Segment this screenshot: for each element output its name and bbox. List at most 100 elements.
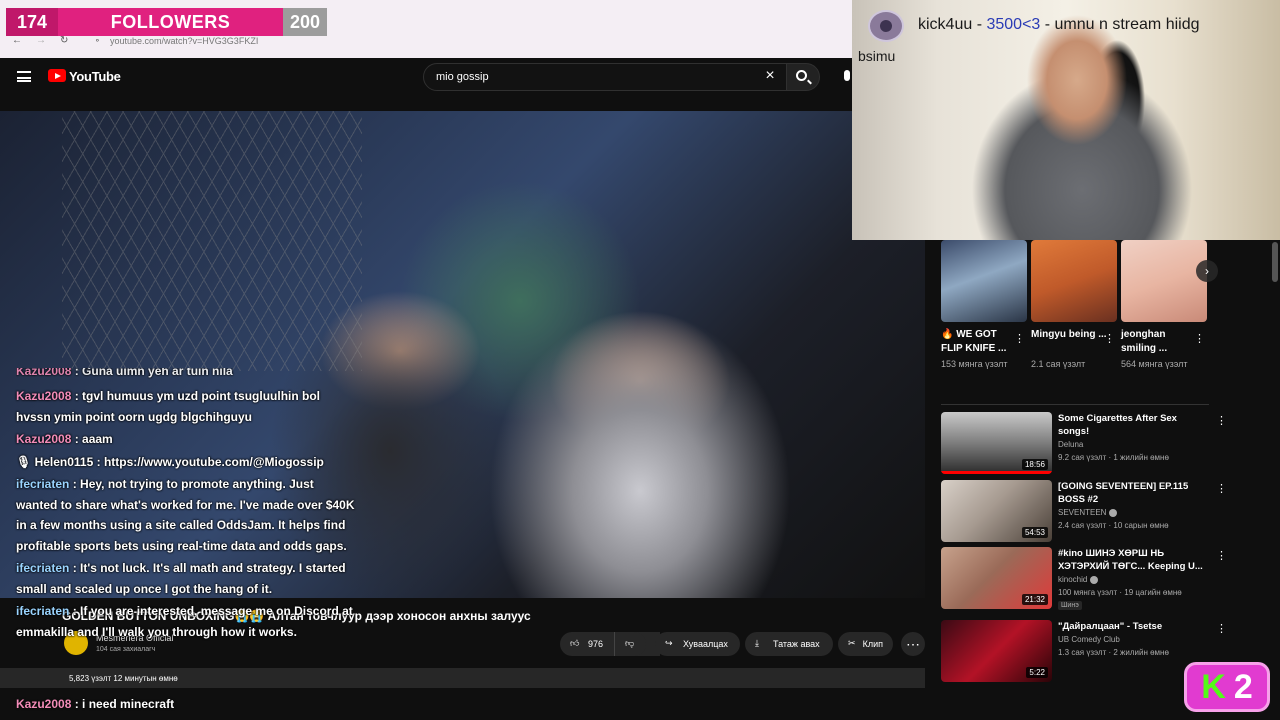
share-label: Хуваалцах [683,639,728,649]
chat-username: Kazu2008 [16,697,72,711]
video-channel[interactable]: Deluna [1058,440,1083,449]
scissors-icon: ✂ [848,638,856,648]
kick-badge: K2 [1184,662,1270,712]
video-meta: 9.2 сая үзэлт · 1 жилийн өмнө [1058,453,1169,462]
followers-goal: 200 [283,8,327,36]
chat-message: Kazu2008 : Guna uimn yeh ar tuin nila [16,368,356,380]
hamburger-menu-icon[interactable] [17,71,31,82]
video-thumbnail[interactable]: 21:32 [941,547,1052,609]
chat-text: : https://www.youtube.com/@Miogossip [93,454,324,469]
followers-goal-overlay: 174 FOLLOWERS 200 [6,8,327,36]
video-duration: 21:32 [1021,594,1048,605]
donor-avatar [868,10,904,42]
address-bar[interactable]: ← → ↻ ⚬ youtube.com/watch?v=HVG3G3FKZI [6,34,852,50]
video-meta: 100 мянга үзэлт · 19 цагийн өмнө [1058,588,1182,597]
watch-progress-bar [941,471,1052,474]
url-text[interactable]: youtube.com/watch?v=HVG3G3FKZI [110,36,258,46]
short-thumbnail[interactable] [1121,240,1207,322]
video-duration: 54:53 [1021,527,1048,538]
search-input[interactable] [434,64,754,90]
short-views: 2.1 сая үзэлт [1031,359,1086,369]
video-channel[interactable]: kinochid [1058,575,1099,584]
video-title[interactable]: "Дайралцаан" - Tsetse [1058,620,1208,633]
download-label: Татаж авах [773,639,820,649]
video-title[interactable]: Some Cigarettes After Sex songs! [1058,412,1208,438]
video-title[interactable]: [GOING SEVENTEEN] EP.115 BOSS #2 [1058,480,1208,506]
short-menu-icon[interactable]: ⋮ [1194,332,1205,345]
chat-text: : i need minecraft [71,697,175,711]
shorts-next-arrow-icon[interactable]: › [1196,260,1218,282]
youtube-logo-icon[interactable] [48,69,66,82]
kick-badge-number: 2 [1233,667,1253,706]
chat-username: ifecriaten [16,604,70,618]
chat-message: ifecriaten : If you are interested, mess… [16,601,356,642]
video-menu-icon[interactable]: ⋮ [1216,482,1227,495]
like-count: 976 [588,639,604,649]
channel-name: SEVENTEEN [1058,508,1107,517]
thumbs-up-icon: 👍︎ [570,638,580,648]
followers-label: FOLLOWERS [58,8,283,36]
donation-amount: 3500<3 [986,16,1041,33]
video-frame-mesh [62,111,362,371]
more-actions-button[interactable]: ⋯ [901,632,925,656]
chat-message: Kazu2008 : aaam [16,429,356,450]
related-video[interactable]: 18:56 Some Cigarettes After Sex songs! D… [941,412,1231,474]
short-thumbnail[interactable] [941,240,1027,322]
video-menu-icon[interactable]: ⋮ [1216,622,1227,635]
short-thumbnail[interactable] [1031,240,1117,322]
video-thumbnail[interactable]: 18:56 [941,412,1052,474]
download-button[interactable]: ⤓ Татаж авах [745,632,833,656]
related-sidebar: › 🔥 WE GOT FLIP KNIFE ... 153 мянга үзэл… [925,240,1280,720]
dislike-button[interactable]: 👎︎ [614,632,646,656]
video-view-info: 5,823 үзэлт 12 минутын өмнө [69,674,178,683]
chat-username: Kazu2008 [16,389,72,403]
new-badge: Шинэ [1058,601,1082,610]
microphone-icon[interactable] [844,70,850,81]
short-menu-icon[interactable]: ⋮ [1014,332,1025,345]
webcam-subscriber-name: bsimu [858,48,896,64]
short-title[interactable]: Mingyu being ... [1031,328,1107,342]
youtube-wordmark[interactable]: YouTube [69,69,121,84]
divider [941,404,1209,405]
video-menu-icon[interactable]: ⋮ [1216,549,1227,562]
reload-icon[interactable]: ↻ [60,35,68,46]
video-thumbnail[interactable]: 54:53 [941,480,1052,542]
video-thumbnail[interactable]: 5:22 [941,620,1052,682]
chat-message: ifecriaten : Hey, not trying to promote … [16,474,356,556]
short-title[interactable]: 🔥 WE GOT FLIP KNIFE ... [941,328,1017,356]
webcam-overlay: kick4uu - 3500<3 - umnu n stream hiidg b… [852,0,1280,240]
youtube-header: YouTube × [0,58,852,96]
video-channel[interactable]: UB Comedy Club [1058,635,1120,644]
chat-text: : aaam [71,432,113,446]
share-icon: ↪ [665,638,673,648]
verified-icon [1090,575,1099,584]
video-duration: 18:56 [1021,459,1048,470]
share-button[interactable]: ↪ Хуваалцах [655,632,740,656]
search-box[interactable] [423,63,793,91]
search-button[interactable] [786,63,820,91]
back-icon[interactable]: ← [12,35,22,46]
related-video[interactable]: 54:53 [GOING SEVENTEEN] EP.115 BOSS #2 S… [941,480,1231,542]
video-menu-icon[interactable]: ⋮ [1216,414,1227,427]
forward-icon[interactable]: → [36,35,46,46]
verified-icon [1109,508,1118,517]
chat-message: 🎙 Helen0115 : https://www.youtube.com/@M… [16,452,356,473]
chat-message: Kazu2008 : i need minecraft [16,697,174,711]
chat-username: 🎙 Helen0115 [16,454,94,469]
clip-button[interactable]: ✂ Клип [838,632,893,656]
related-video[interactable]: 21:32 #kino ШИНЭ ХӨРШ НЬ ХЭТЭРХИЙ ТӨГС..… [941,547,1231,610]
video-meta: 1.3 сая үзэлт · 2 жилийн өмнө [1058,648,1169,657]
clear-search-icon[interactable]: × [763,68,777,84]
short-menu-icon[interactable]: ⋮ [1104,332,1115,345]
video-duration: 5:22 [1026,667,1048,678]
followers-count: 174 [6,8,58,36]
video-title[interactable]: #kino ШИНЭ ХӨРШ НЬ ХЭТЭРХИЙ ТӨГС... Keep… [1058,547,1208,573]
thumbs-down-icon: 👎︎ [625,638,635,648]
chat-username: Kazu2008 [16,432,72,446]
video-channel[interactable]: SEVENTEEN [1058,508,1118,517]
download-icon: ⤓ [755,638,759,648]
short-title[interactable]: jeonghan smiling ... [1121,328,1197,356]
sidebar-scrollbar[interactable] [1272,242,1278,282]
site-info-icon[interactable]: ⚬ [94,36,101,45]
chat-username: ifecriaten [16,561,70,575]
